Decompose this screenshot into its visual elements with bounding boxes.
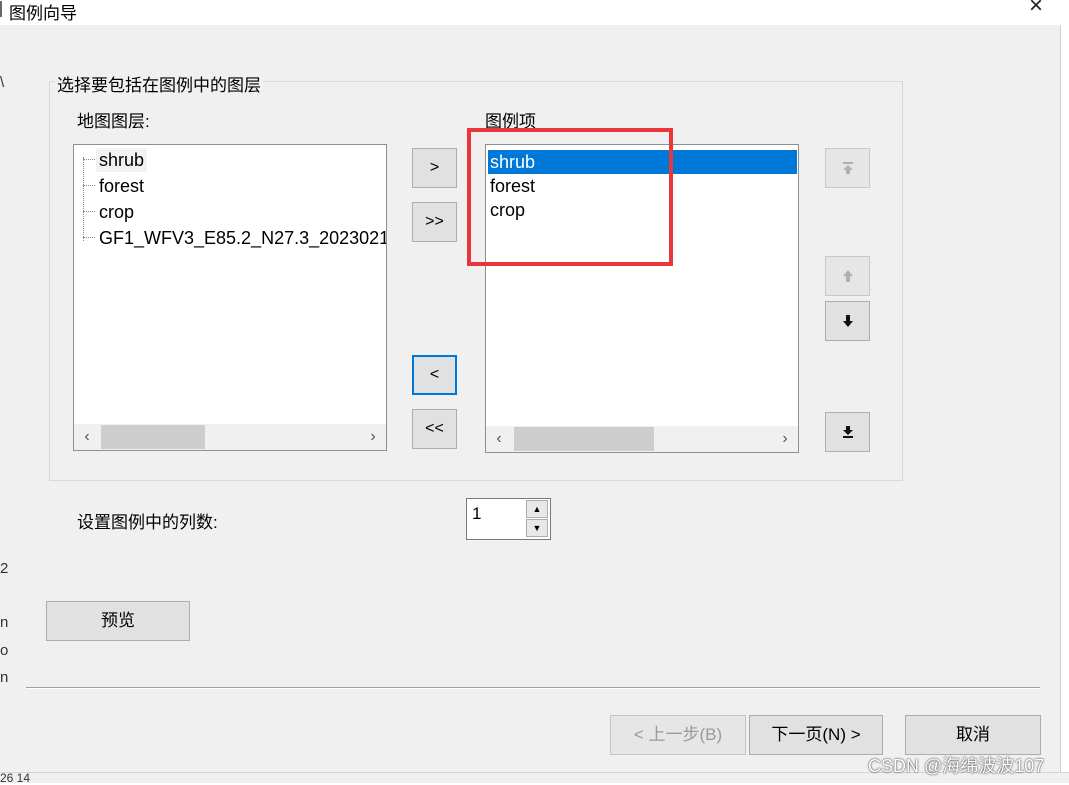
app-icon bbox=[0, 1, 9, 17]
close-icon[interactable]: × bbox=[1024, 0, 1048, 18]
scrollbar-thumb[interactable] bbox=[101, 425, 205, 449]
scroll-left-icon[interactable]: ‹ bbox=[74, 424, 100, 450]
columns-label: 设置图例中的列数: bbox=[77, 513, 218, 532]
scrollbar-thumb[interactable] bbox=[514, 427, 654, 451]
tree-connector bbox=[83, 185, 95, 186]
move-up-button[interactable] bbox=[825, 256, 870, 296]
list-item[interactable]: shrub bbox=[96, 148, 148, 172]
group-title: 选择要包括在图例中的图层 bbox=[55, 71, 263, 96]
move-to-bottom-icon bbox=[842, 426, 853, 438]
tree-connector bbox=[83, 159, 95, 160]
add-all-button[interactable]: >> bbox=[412, 202, 457, 242]
move-down-button[interactable] bbox=[825, 301, 870, 341]
footer-separator bbox=[26, 687, 1040, 689]
preview-button[interactable]: 预览 bbox=[46, 601, 190, 641]
tree-connector bbox=[83, 211, 95, 212]
window-title: 图例向导 bbox=[9, 4, 77, 23]
horizontal-scrollbar[interactable]: ‹ › bbox=[74, 424, 386, 450]
tree-connector bbox=[83, 237, 95, 238]
map-layers-label: 地图图层: bbox=[77, 112, 150, 131]
remove-one-button[interactable]: < bbox=[412, 355, 457, 395]
move-up-icon bbox=[842, 270, 853, 282]
back-button[interactable]: < 上一步(B) bbox=[610, 715, 746, 755]
move-to-top-icon bbox=[842, 162, 853, 174]
watermark-text: CSDN @海绵波波107 bbox=[868, 756, 1045, 776]
columns-value[interactable]: 1 bbox=[472, 504, 481, 524]
remove-all-button[interactable]: << bbox=[412, 409, 457, 449]
spin-down-icon[interactable]: ▼ bbox=[526, 519, 548, 537]
scroll-right-icon[interactable]: › bbox=[360, 424, 386, 450]
list-item[interactable]: crop bbox=[99, 200, 134, 224]
map-layers-list[interactable]: shrub forest crop GF1_WFV3_E85.2_N27.3_2… bbox=[73, 144, 387, 451]
move-down-icon bbox=[842, 315, 853, 327]
move-to-bottom-button[interactable] bbox=[825, 412, 870, 452]
scroll-left-icon[interactable]: ‹ bbox=[486, 426, 512, 452]
annotation-highlight-box bbox=[467, 128, 673, 266]
horizontal-scrollbar[interactable]: ‹ › bbox=[486, 426, 798, 452]
title-bar[interactable] bbox=[0, 0, 1069, 25]
columns-stepper[interactable]: 1 ▲ ▼ bbox=[466, 498, 551, 540]
list-item[interactable]: forest bbox=[99, 174, 144, 198]
tree-connector bbox=[83, 157, 85, 241]
cancel-button[interactable]: 取消 bbox=[905, 715, 1041, 755]
move-to-top-button[interactable] bbox=[825, 148, 870, 188]
add-one-button[interactable]: > bbox=[412, 148, 457, 188]
spin-up-icon[interactable]: ▲ bbox=[526, 500, 548, 518]
scroll-right-icon[interactable]: › bbox=[772, 426, 798, 452]
next-button[interactable]: 下一页(N) > bbox=[749, 715, 883, 755]
list-item[interactable]: GF1_WFV3_E85.2_N27.3_2023021 bbox=[99, 226, 386, 250]
